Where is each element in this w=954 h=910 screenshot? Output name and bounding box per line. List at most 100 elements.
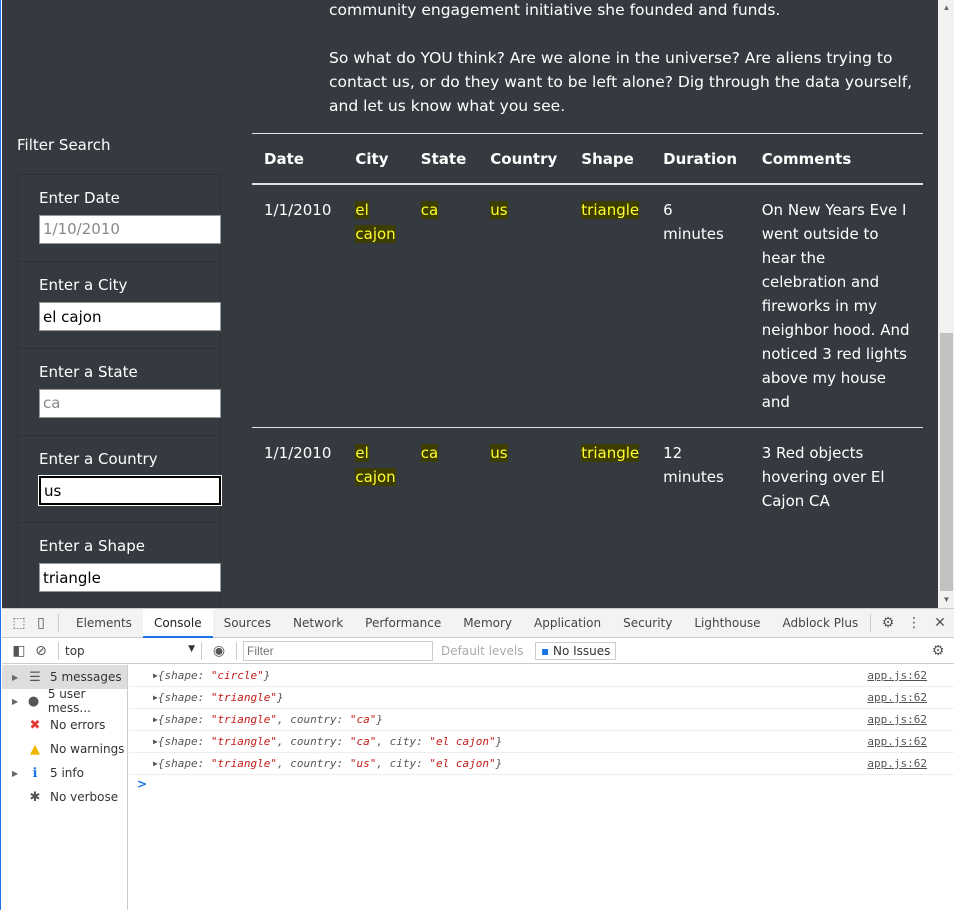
sidebar-item[interactable]: ▶ ℹ 5 info xyxy=(2,761,127,785)
scrollbar-thumb[interactable] xyxy=(940,333,953,591)
filter-label: Enter Date xyxy=(39,189,120,207)
tab-network[interactable]: Network xyxy=(282,609,354,638)
dropdown-icon: ▼ xyxy=(188,643,195,654)
sidebar-item[interactable]: ▶ ● 5 user mess... xyxy=(2,687,127,715)
log-entry[interactable]: ▶ {shape: "triangle", country: "ca", cit… xyxy=(129,731,954,753)
table-cell: 12 minutes xyxy=(651,427,750,568)
sidebar-label: 5 messages xyxy=(50,670,122,684)
column-header: Shape xyxy=(569,133,652,185)
clear-console-icon[interactable]: ⊘ xyxy=(30,643,52,659)
table-cell: 3 Red objects hovering over El Cajon CA xyxy=(749,427,923,568)
filter-input-wrapper: ca xyxy=(39,389,221,418)
log-source-link[interactable]: app.js:62 xyxy=(867,713,927,726)
filter-input-0[interactable] xyxy=(39,215,221,244)
issues-button[interactable]: ▪ No Issues xyxy=(535,641,617,660)
scroll-up-icon[interactable]: ▲ xyxy=(938,0,954,16)
close-icon[interactable]: ✕ xyxy=(929,615,951,631)
divider xyxy=(870,614,871,632)
console-settings-icon[interactable]: ⚙ xyxy=(927,643,949,659)
device-toolbar-icon[interactable]: ▯ xyxy=(30,615,52,631)
highlighted-text: ca xyxy=(420,201,439,219)
console-toolbar: ◧ ⊘ top ▼ ◉ Default levels ▪ No Issues ⚙ xyxy=(2,638,954,664)
filter-list: Enter Date 1/10/2010 Enter a City Enter a S… xyxy=(17,174,222,608)
sidebar-item[interactable]: ✱ No verbose xyxy=(2,785,127,809)
highlighted-text: el cajon xyxy=(355,444,396,486)
divider xyxy=(58,614,59,632)
filter-input-wrapper xyxy=(38,475,222,506)
default-levels-dropdown[interactable]: Default levels xyxy=(441,644,531,658)
highlighted-text: el cajon xyxy=(355,201,396,243)
settings-icon[interactable]: ⚙ xyxy=(877,615,899,631)
console-prompt[interactable]: > xyxy=(129,775,954,793)
more-icon[interactable]: ⋮ xyxy=(903,615,925,631)
log-message: {shape: "triangle", country: "us", city:… xyxy=(157,757,503,770)
sidebar-item[interactable]: ▶ ☰ 5 messages xyxy=(2,665,127,689)
page-scrollbar[interactable]: ▲ ▼ xyxy=(938,0,954,608)
tab-adblock-plus[interactable]: Adblock Plus xyxy=(772,609,870,638)
filter-input-wrapper xyxy=(39,563,221,592)
expand-icon[interactable]: ▶ xyxy=(12,673,24,682)
eye-icon[interactable]: ◉ xyxy=(208,643,230,659)
filter-input-3[interactable] xyxy=(38,475,222,506)
tab-lighthouse[interactable]: Lighthouse xyxy=(683,609,771,638)
table-row: 1/1/2010 el cajon ca us triangle 6 minutes On … xyxy=(252,183,923,428)
log-entry[interactable]: ▶ {shape: "triangle"} app.js:62 xyxy=(129,687,954,709)
sidebar-toggle-icon[interactable]: ◧ xyxy=(8,643,30,659)
filter-label: Enter a Shape xyxy=(39,537,145,555)
tab-security[interactable]: Security xyxy=(612,609,683,638)
column-header: Comments xyxy=(749,133,923,185)
log-message: {shape: "triangle", country: "ca"} xyxy=(157,713,384,726)
tab-performance[interactable]: Performance xyxy=(354,609,452,638)
filter-label: Enter a City xyxy=(39,276,128,294)
sidebar-label: 5 info xyxy=(50,766,84,780)
log-entry[interactable]: ▶ {shape: "circle"} app.js:62 xyxy=(129,665,954,687)
devtools-tabs: ⬚ ▯ Elements Console Sources Network Perform… xyxy=(2,608,954,638)
highlighted-text: us xyxy=(490,201,508,219)
scroll-down-icon[interactable]: ▼ xyxy=(938,592,954,608)
bug-icon: ✱ xyxy=(29,789,41,805)
filter-item: Enter a State ca xyxy=(18,349,221,436)
expand-icon[interactable]: ▶ xyxy=(12,697,23,706)
error-icon: ✖ xyxy=(29,717,41,733)
devtools-panel: ⬚ ▯ Elements Console Sources Network Perform… xyxy=(2,608,954,910)
tab-application[interactable]: Application xyxy=(523,609,612,638)
log-entry[interactable]: ▶ {shape: "triangle", country: "ca"} app.… xyxy=(129,709,954,731)
tab-elements[interactable]: Elements xyxy=(65,609,143,638)
expand-icon[interactable]: ▶ xyxy=(12,769,24,778)
context-select[interactable]: top ▼ xyxy=(65,644,195,658)
filter-title: Filter Search xyxy=(17,136,111,154)
table-cell: triangle xyxy=(569,183,652,428)
log-message: {shape: "circle"} xyxy=(157,669,271,682)
log-message: {shape: "triangle"} xyxy=(157,691,284,704)
issues-label: No Issues xyxy=(552,643,611,658)
filter-item: Enter a Country xyxy=(18,436,222,523)
inspect-icon[interactable]: ⬚ xyxy=(8,615,30,631)
ufo-table: Date City State Country Shape Duration Comment… xyxy=(252,133,923,568)
divider xyxy=(236,641,237,660)
console-sidebar: ▶ ☰ 5 messages ▶ ● 5 user mess... ✖ No errors ▲ N… xyxy=(2,665,128,910)
log-source-link[interactable]: app.js:62 xyxy=(867,669,927,682)
highlighted-text: us xyxy=(490,444,508,462)
log-message: {shape: "triangle", country: "ca", city:… xyxy=(157,735,503,748)
filter-input-2[interactable] xyxy=(39,389,221,418)
sidebar-label: No warnings xyxy=(50,742,125,756)
tab-sources[interactable]: Sources xyxy=(213,609,282,638)
console-filter-input[interactable] xyxy=(243,640,433,661)
console-log: ▶ {shape: "circle"} app.js:62 ▶ {shape: "t… xyxy=(129,665,954,793)
log-source-link[interactable]: app.js:62 xyxy=(867,735,927,748)
table-header-row: Date City State Country Shape Duration Comment… xyxy=(252,133,923,185)
filter-input-1[interactable] xyxy=(39,302,221,331)
filter-input-4[interactable] xyxy=(39,563,221,592)
context-value: top xyxy=(65,643,85,658)
divider xyxy=(58,641,59,660)
column-header: State xyxy=(408,133,479,185)
table-cell: 1/1/2010 xyxy=(252,427,344,568)
table-cell: 1/1/2010 xyxy=(252,183,344,428)
sidebar-item[interactable]: ✖ No errors xyxy=(2,713,127,737)
sidebar-item[interactable]: ▲ No warnings xyxy=(2,737,127,761)
tab-memory[interactable]: Memory xyxy=(452,609,523,638)
tab-console[interactable]: Console xyxy=(142,608,213,638)
log-source-link[interactable]: app.js:62 xyxy=(867,691,927,704)
log-source-link[interactable]: app.js:62 xyxy=(867,757,927,770)
log-entry[interactable]: ▶ {shape: "triangle", country: "us", cit… xyxy=(129,753,954,775)
